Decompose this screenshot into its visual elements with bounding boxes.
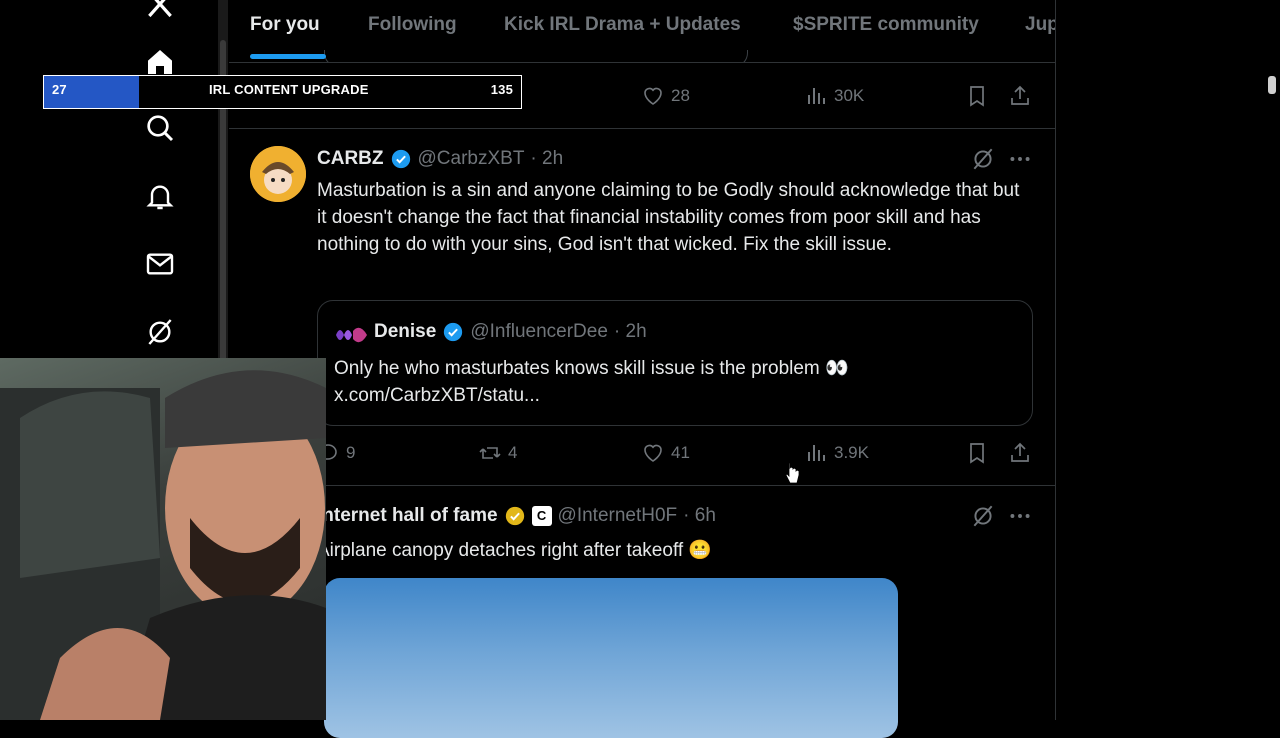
views-chart-icon: [808, 445, 825, 461]
tab-for-you[interactable]: For you: [250, 14, 320, 36]
quote-body: Only he who masturbates knows skill issu…: [334, 355, 1014, 409]
mouse-cursor-icon: [785, 462, 800, 484]
quote-avatar-emoji-icon: [336, 327, 367, 343]
goal-title: IRL CONTENT UPGRADE: [209, 82, 369, 97]
post-body-text: Masturbation is a sin and anyone claimin…: [317, 180, 1020, 255]
bookmark-button[interactable]: [965, 441, 989, 465]
quote-author-name: Denise: [374, 321, 437, 342]
quote-post-card[interactable]: Denise @InfluencerDee · 2h Only he who m…: [317, 300, 1033, 426]
heart-icon: [644, 87, 662, 105]
verified-gold-badge-icon: [505, 506, 524, 526]
verified-badge-icon: [391, 149, 410, 169]
like-count: 41: [671, 443, 690, 462]
quote-link[interactable]: x.com/CarbzXBT/statu...: [334, 382, 1014, 409]
verified-badge-icon: [444, 322, 463, 342]
repost-icon: [479, 447, 501, 459]
author-name[interactable]: CARBZ: [317, 148, 384, 170]
timeline-tabs: For you Following Kick IRL Drama + Updat…: [229, 0, 1055, 63]
repost-button[interactable]: 4: [478, 441, 517, 465]
heart-icon: [644, 444, 662, 462]
search-icon[interactable]: [142, 110, 178, 146]
affiliate-badge: C: [531, 506, 552, 526]
more-options-icon[interactable]: [1007, 503, 1033, 529]
repost-count: 4: [508, 443, 518, 462]
share-button[interactable]: [1008, 441, 1032, 465]
tab-following[interactable]: Following: [368, 14, 457, 36]
x-logo-icon[interactable]: [142, 0, 178, 22]
views-count: 30K: [834, 86, 865, 105]
previous-media-edge: [324, 50, 748, 62]
quote-time: · 2h: [613, 321, 647, 342]
like-button[interactable]: 41: [641, 441, 690, 465]
quote-text: Only he who masturbates knows skill issu…: [334, 358, 849, 379]
quote-author-handle: @InfluencerDee: [470, 321, 608, 342]
next-author-handle[interactable]: @InternetH0F: [558, 505, 678, 527]
post-video-media[interactable]: [324, 578, 898, 738]
goal-target-value: 135: [490, 82, 513, 97]
bookmark-button[interactable]: [965, 84, 989, 108]
author-handle[interactable]: @CarbzXBT: [418, 148, 525, 170]
post-divider: [229, 128, 1055, 129]
next-post-text: Airplane canopy detaches right after tak…: [317, 540, 713, 561]
page-scrollbar-thumb[interactable]: [1268, 76, 1276, 94]
bookmark-icon: [970, 86, 984, 107]
grok-icon[interactable]: [142, 314, 178, 350]
messages-mail-icon[interactable]: [142, 246, 178, 282]
bookmark-icon: [970, 443, 984, 464]
streamer-webcam-feed: [0, 358, 326, 720]
post-divider: [229, 485, 1055, 486]
goal-current-value: 27: [52, 82, 67, 97]
tab-jup[interactable]: Jup: [1025, 14, 1055, 36]
stream-goal-overlay: 27 IRL CONTENT UPGRADE 135: [43, 75, 522, 109]
webcam-person-image: [0, 370, 326, 720]
more-options-icon[interactable]: [1007, 146, 1033, 172]
like-button[interactable]: 28: [641, 84, 690, 108]
grok-explain-icon[interactable]: [970, 146, 996, 172]
post-actions: 9 4 41 3.9K: [310, 441, 1070, 471]
quote-header: Denise @InfluencerDee · 2h: [374, 321, 647, 343]
reply-count: 9: [346, 443, 356, 462]
active-tab-indicator: [250, 54, 326, 59]
notifications-bell-icon[interactable]: [142, 178, 178, 214]
avatar[interactable]: [250, 146, 306, 202]
post-time[interactable]: · 2h: [530, 148, 563, 170]
next-author-name[interactable]: Internet hall of fame: [317, 505, 498, 527]
next-post-time[interactable]: · 6h: [683, 505, 716, 527]
post-header: CARBZ @CarbzXBT · 2h: [317, 148, 563, 170]
share-icon: [1011, 442, 1029, 462]
views-count: 3.9K: [834, 443, 869, 462]
views-button[interactable]: 30K: [804, 84, 864, 108]
next-post-header: Internet hall of fame C @InternetH0F · 6…: [317, 505, 716, 527]
views-button[interactable]: 3.9K: [804, 441, 869, 465]
tab-kick-irl-drama[interactable]: Kick IRL Drama + Updates: [504, 14, 741, 36]
share-button[interactable]: [1008, 84, 1032, 108]
views-chart-icon: [808, 88, 825, 104]
grok-explain-icon[interactable]: [970, 503, 996, 529]
share-icon: [1011, 85, 1029, 105]
like-count: 28: [671, 86, 690, 105]
tab-sprite-community[interactable]: $SPRITE community: [793, 14, 979, 36]
